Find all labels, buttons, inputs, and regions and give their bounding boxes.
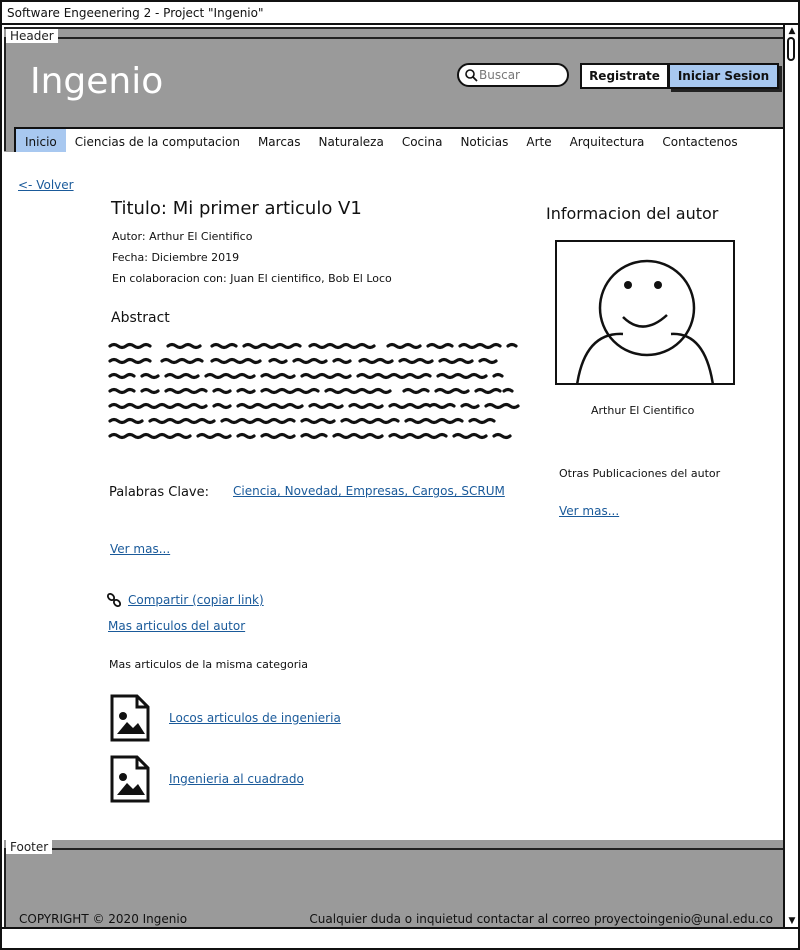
share-link[interactable]: Compartir (copiar link) [128,593,264,607]
abstract-placeholder-text [108,342,520,440]
main-content: <- Volver Titulo: Mi primer articulo V1 … [4,152,785,840]
scroll-thumb[interactable] [787,37,795,61]
vertical-scrollbar[interactable]: ▲ ▼ [783,25,798,927]
scroll-down-arrow-icon[interactable]: ▼ [786,915,798,927]
keywords-label: Palabras Clave: [109,485,209,500]
ver-mas-link[interactable]: Ver mas... [110,542,170,556]
image-file-icon [110,755,150,803]
contact-text: Cualquier duda o inquietud contactar al … [309,912,773,926]
search-input[interactable]: Buscar [457,63,569,87]
user-avatar-icon [576,259,714,383]
image-file-icon [110,694,150,742]
site-logo[interactable]: Ingenio [30,61,163,102]
search-placeholder: Buscar [479,68,520,82]
footer-frame: Footer COPYRIGHT © 2020 Ingenio Cualquie… [4,840,785,927]
footer: Footer COPYRIGHT © 2020 Ingenio Cualquie… [4,840,785,927]
link-chain-icon [106,592,122,608]
window-title: Software Engeenering 2 - Project "Ingeni… [2,2,798,25]
related-article-link[interactable]: Ingenieria al cuadrado [169,772,304,786]
status-bar [2,927,798,948]
abstract-title: Abstract [111,310,170,326]
article-collaborators: En colaboracion con: Juan El cientifico,… [112,272,392,285]
author-name: Arthur El Cientifico [591,404,695,417]
login-button[interactable]: Iniciar Sesion [668,63,779,89]
keywords-link[interactable]: Ciencia, Novedad, Empresas, Cargos, SCRU… [233,484,505,498]
header-frame: Header Ingenio Buscar Registrate Iniciar… [4,29,787,157]
article-author: Autor: Arthur El Cientifico [112,230,253,243]
header-frame-label: Header [6,29,58,43]
copyright-text: COPYRIGHT © 2020 Ingenio [19,912,188,926]
scroll-up-arrow-icon[interactable]: ▲ [786,25,798,37]
author-ver-mas-link[interactable]: Ver mas... [559,504,619,518]
author-avatar [555,240,735,385]
article-date: Fecha: Diciembre 2019 [112,251,240,264]
other-publications-title: Otras Publicaciones del autor [559,467,721,480]
related-article-item[interactable]: Ingenieria al cuadrado [109,755,304,803]
search-icon [465,69,478,82]
browser-window: Software Engeenering 2 - Project "Ingeni… [0,0,800,950]
back-link[interactable]: <- Volver [18,178,74,192]
author-section-title: Informacion del autor [546,204,719,223]
register-button[interactable]: Registrate [580,63,669,89]
same-category-title: Mas articulos de la misma categoria [109,658,309,671]
article-title: Titulo: Mi primer articulo V1 [111,198,362,219]
share-link-row[interactable]: Compartir (copiar link) [106,592,264,608]
header: Header Ingenio Buscar Registrate Iniciar… [4,27,787,157]
related-article-link[interactable]: Locos articulos de ingenieria [169,711,341,725]
related-article-item[interactable]: Locos articulos de ingenieria [109,694,341,742]
footer-frame-label: Footer [6,840,53,854]
more-by-author-link[interactable]: Mas articulos del autor [108,619,245,633]
